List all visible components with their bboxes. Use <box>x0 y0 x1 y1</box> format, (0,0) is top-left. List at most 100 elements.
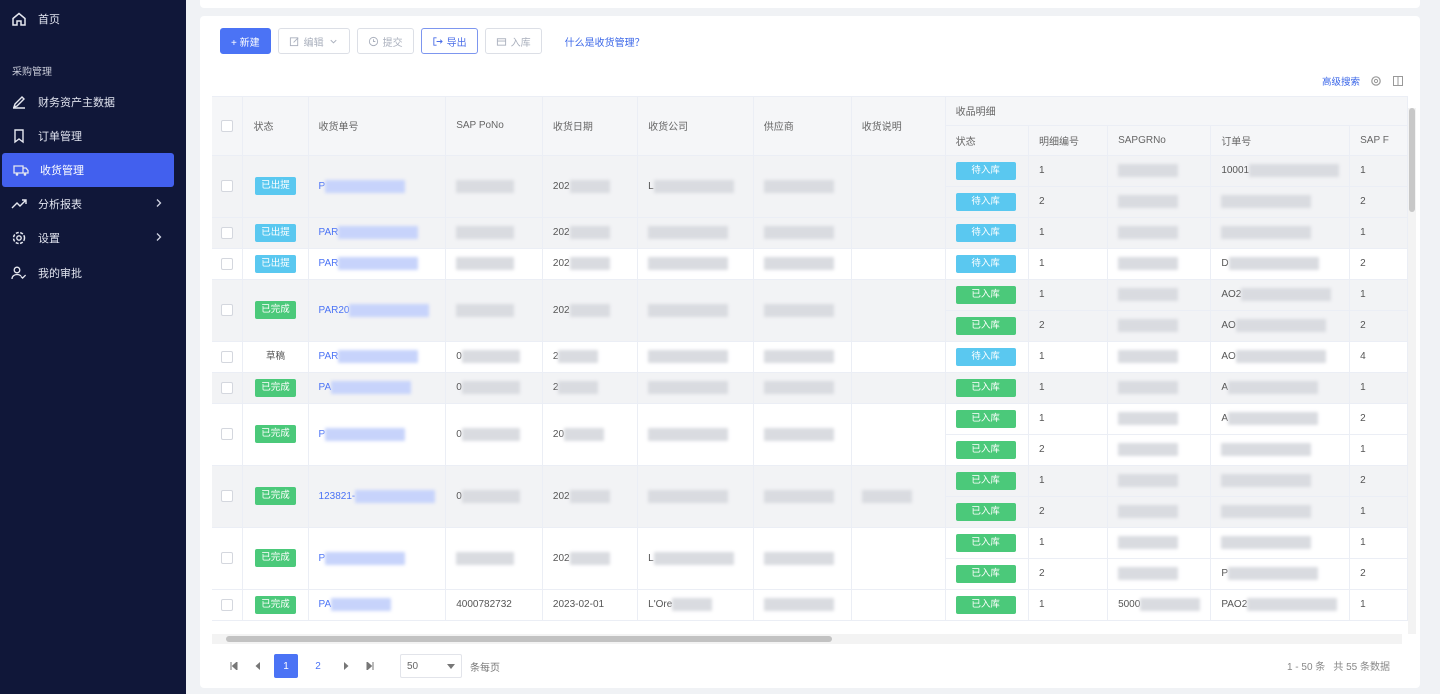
line-no: 2 <box>1038 444 1045 455</box>
new-button[interactable]: + 新建 <box>220 28 271 54</box>
line-no: 1 <box>1038 475 1045 486</box>
col-header: 收货说明 <box>851 97 946 156</box>
row-checkbox[interactable] <box>221 304 234 316</box>
item-status-badge: 待入库 <box>955 192 1016 211</box>
sap-f: 1 <box>1360 537 1366 548</box>
columns-icon[interactable] <box>1392 75 1404 87</box>
next-page-icon[interactable] <box>338 658 354 674</box>
row-checkbox[interactable] <box>221 350 234 363</box>
table-tools: 高级搜索 <box>1322 74 1404 88</box>
receipt-no-link[interactable]: PAR20 <box>319 305 350 316</box>
status-badge: 已完成 <box>255 425 296 443</box>
table-row[interactable]: 已完成 PA 0 2 已入库 1 A 1 <box>212 372 1408 404</box>
receipt-date: 202 <box>552 227 570 239</box>
line-no: 2 <box>1038 506 1045 517</box>
sap-f: 2 <box>1360 568 1366 579</box>
order-no: A <box>1221 413 1228 425</box>
row-checkbox[interactable] <box>221 598 234 611</box>
status-badge: 已完成 <box>255 595 296 614</box>
sidebar-item-label: 首页 <box>38 14 60 26</box>
chevron-down-icon <box>330 39 337 44</box>
horizontal-scrollbar[interactable] <box>212 634 1402 644</box>
row-checkbox[interactable] <box>221 180 234 192</box>
row-checkbox[interactable] <box>221 490 234 502</box>
sidebar-item-home[interactable]: 首页 <box>0 2 186 36</box>
row-checkbox[interactable] <box>221 428 234 440</box>
table-row[interactable]: 已出提 PAR 202 待入库 1 1 <box>212 217 1408 249</box>
sap-f: 1 <box>1360 289 1366 300</box>
receipt-company: L <box>648 552 654 564</box>
table-row[interactable]: 已完成 PA 4000782732 2023-02-01 L'Ore 已入库 1 5000 PA… <box>212 589 1408 621</box>
sap-po: 0 <box>456 428 462 440</box>
receipt-no-link[interactable]: P <box>319 429 326 440</box>
item-status-badge: 待入库 <box>955 347 1016 366</box>
per-page-label: 条每页 <box>470 662 500 674</box>
inbound-button[interactable]: 入库 <box>484 28 542 54</box>
sidebar-item-0[interactable]: 财务资产主数据 <box>0 85 186 119</box>
sidebar-item-1[interactable]: 订单管理 <box>0 119 186 153</box>
receipt-no-link[interactable]: PA <box>319 599 332 610</box>
sub-col-header: 订单号 <box>1210 125 1351 156</box>
group-header: 收品明细 <box>945 97 1408 126</box>
line-no: 2 <box>1038 568 1045 579</box>
page-size-select[interactable]: 50 <box>400 654 462 678</box>
sap-po: 4000782732 <box>456 599 512 610</box>
last-page-icon[interactable] <box>362 658 378 674</box>
page-1[interactable]: 1 <box>274 654 298 678</box>
item-status-badge: 已入库 <box>955 595 1016 614</box>
first-page-icon[interactable] <box>226 658 242 674</box>
chevron-right-icon <box>156 199 162 207</box>
submit-button[interactable]: 提交 <box>356 28 414 54</box>
select-all-checkbox[interactable] <box>221 119 234 132</box>
advanced-search-link[interactable]: 高级搜索 <box>1322 74 1360 88</box>
pencil-icon <box>10 93 28 111</box>
status-badge: 已完成 <box>255 378 296 397</box>
table-row[interactable]: 已完成 PAR20 202 已入库 1 AO2 1 <box>212 279 1408 342</box>
order-no: 10001 <box>1221 165 1250 177</box>
table-row[interactable]: 已完成 123821- 0 202 已入库 1 2 <box>212 465 1408 528</box>
receipt-no-link[interactable]: PAR <box>319 351 339 362</box>
row-checkbox[interactable] <box>221 552 234 564</box>
chevron-right-icon <box>156 233 162 241</box>
order-no: PAO2 <box>1221 599 1248 611</box>
help-link[interactable]: 什么是收货管理？ <box>565 34 645 49</box>
gear-icon[interactable] <box>1370 75 1382 87</box>
receipt-company: L <box>648 180 654 192</box>
sidebar-item-5[interactable]: 我的审批 <box>0 256 186 290</box>
table-row[interactable]: 草稿 PAR 0 2 待入库 1 AO 4 <box>212 341 1408 373</box>
receipt-no-link[interactable]: 123821- <box>319 491 356 502</box>
clock-icon <box>368 36 378 46</box>
item-status-badge: 已入库 <box>955 378 1016 397</box>
sidebar-item-2[interactable]: 收货管理 <box>2 153 174 187</box>
row-checkbox[interactable] <box>221 381 234 394</box>
select-all-cell[interactable] <box>212 97 244 156</box>
item-status-badge: 已入库 <box>955 533 1016 552</box>
status-badge: 已出提 <box>255 223 296 242</box>
table-row[interactable]: 已出提 PAR 202 待入库 1 D 2 <box>212 248 1408 280</box>
edit-button[interactable]: 编辑 <box>277 28 350 54</box>
export-button[interactable]: 导出 <box>420 28 478 54</box>
receipt-no-link[interactable]: P <box>319 553 326 564</box>
receipt-no-link[interactable]: P <box>319 181 326 192</box>
line-no: 1 <box>1038 599 1045 610</box>
row-checkbox[interactable] <box>221 257 234 270</box>
truck-icon <box>12 161 30 179</box>
table-row[interactable]: 已出提 P 202 L 待入库 1 10001 1 <box>212 155 1408 218</box>
row-checkbox[interactable] <box>221 226 234 239</box>
sidebar-item-3[interactable]: 分析报表 <box>0 187 186 221</box>
table-row[interactable]: 已完成 P 202 L 已入库 1 1 <box>212 527 1408 590</box>
receipt-no-link[interactable]: PAR <box>319 227 339 238</box>
receipt-no-link[interactable]: PAR <box>319 258 339 269</box>
pagination-summary: 1 - 50 条 共 55 条数据 <box>1287 658 1390 673</box>
sap-gr-no: 5000 <box>1118 599 1141 611</box>
sidebar-item-4[interactable]: 设置 <box>0 221 186 255</box>
vertical-scrollbar[interactable] <box>1408 108 1416 634</box>
table-row[interactable]: 已完成 P 0 20 已入库 1 A 2 <box>212 403 1408 466</box>
line-no: 1 <box>1038 382 1045 393</box>
page-2[interactable]: 2 <box>306 654 330 678</box>
sidebar-item-label: 设置 <box>38 233 60 245</box>
edit-icon <box>289 36 299 46</box>
sub-col-header: 状态 <box>945 125 1029 156</box>
receipt-no-link[interactable]: PA <box>319 382 332 393</box>
prev-page-icon[interactable] <box>250 658 266 674</box>
